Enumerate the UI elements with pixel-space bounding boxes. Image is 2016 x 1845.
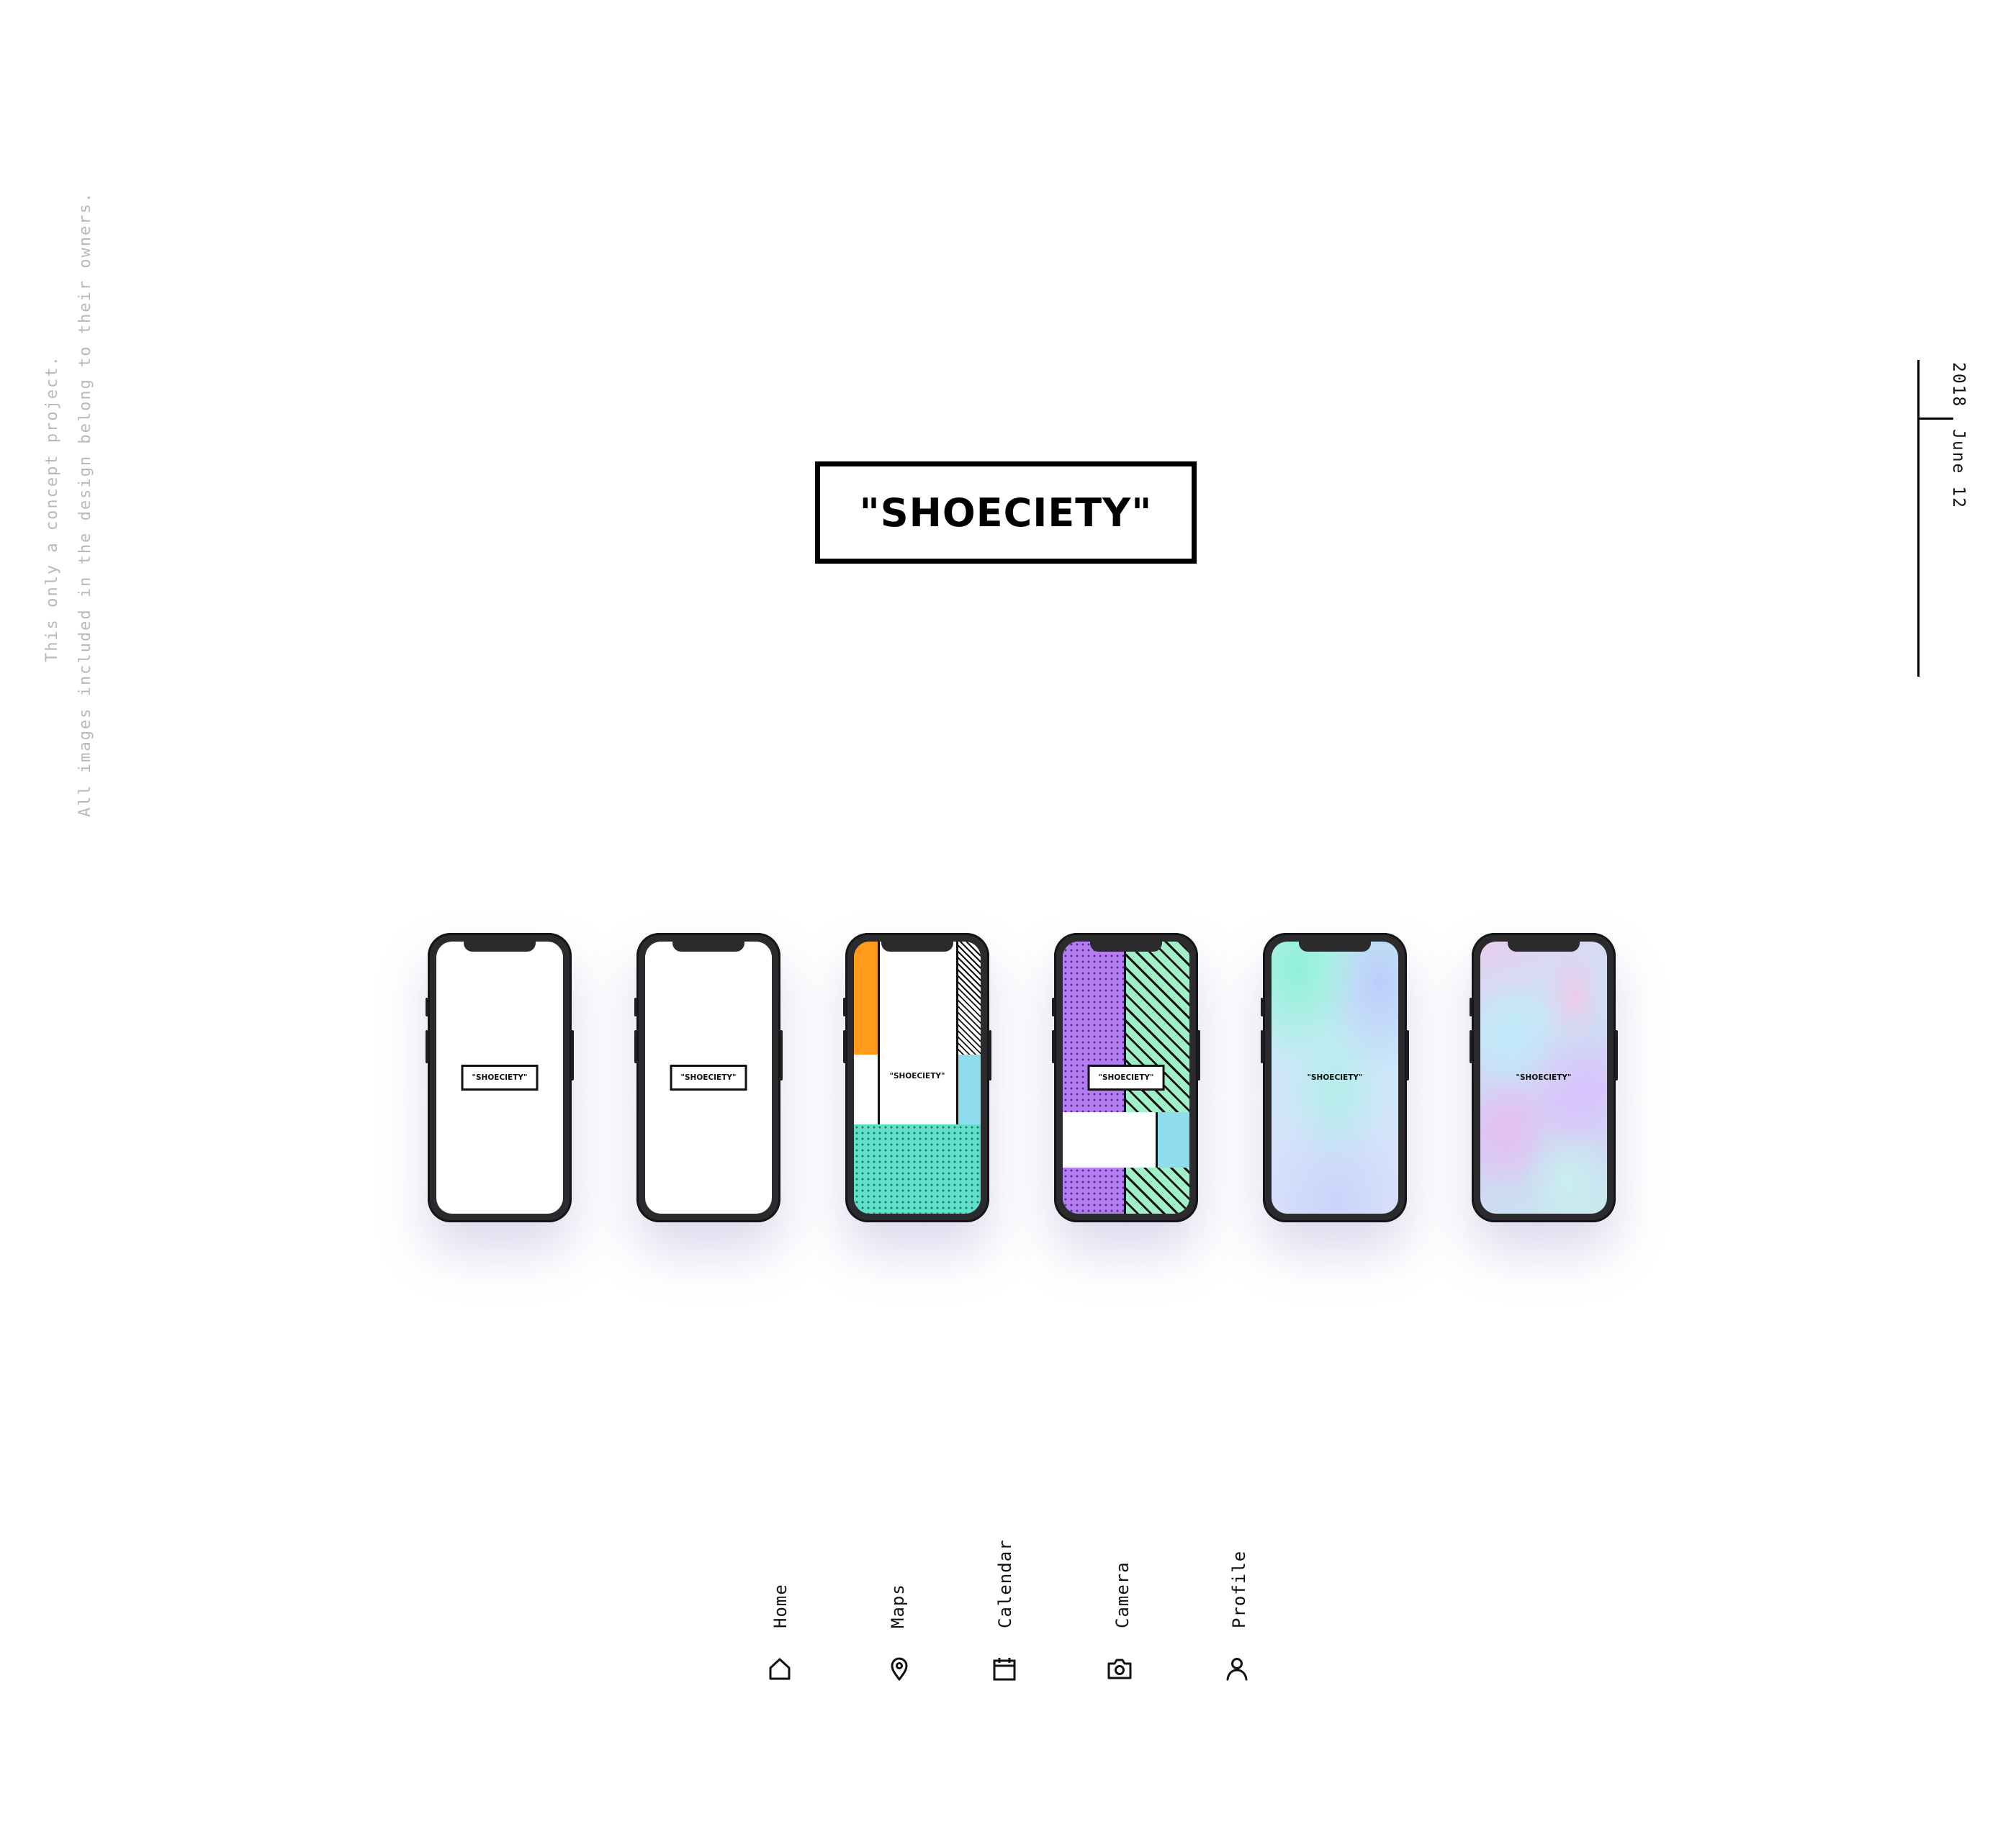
nav-label-maps: Maps xyxy=(888,1584,908,1628)
teal-block xyxy=(854,1124,981,1214)
phone-mockup-dots[interactable]: "SHOECIETY" xyxy=(634,933,783,1222)
disclaimer-line-1: This only a concept project. xyxy=(43,355,61,662)
calendar-icon xyxy=(993,1658,1016,1681)
phone-notch xyxy=(881,942,953,952)
screen-logo: "SHOECIETY" xyxy=(1087,1065,1165,1091)
nav-label-camera: Camera xyxy=(1112,1561,1133,1628)
brand-logo: "SHOECIETY" xyxy=(815,461,1197,564)
camera-icon xyxy=(1107,1659,1132,1679)
date-day: June 12 xyxy=(1949,429,1968,509)
date-year: 2018 xyxy=(1949,362,1968,408)
phone-mockup-diagonal[interactable]: "SHOECIETY" xyxy=(426,933,574,1222)
cyan-block xyxy=(1158,1112,1189,1170)
cyan-block xyxy=(956,1055,981,1127)
screen-logo: "SHOECIETY" xyxy=(1516,1073,1572,1082)
screen-logo: "SHOECIETY" xyxy=(461,1065,539,1091)
phone-screen: "SHOECIETY" xyxy=(645,942,772,1214)
screen-logo: "SHOECIETY" xyxy=(889,1072,945,1081)
phone-screen: "SHOECIETY" xyxy=(1480,942,1607,1214)
map-pin-icon xyxy=(891,1657,908,1681)
phone-mockup-purple-green[interactable]: "SHOECIETY" xyxy=(1052,933,1200,1222)
phone-notch xyxy=(464,942,536,952)
phone-mockup-holographic-swirl[interactable]: "SHOECIETY" xyxy=(1470,933,1618,1222)
phone-mockup-color-blocks[interactable]: "SHOECIETY" xyxy=(843,933,991,1222)
brand-title: "SHOECIETY" xyxy=(859,490,1153,536)
phone-screen: "SHOECIETY" xyxy=(854,942,981,1214)
phone-notch xyxy=(1508,942,1580,952)
date-divider-line xyxy=(1917,360,1920,677)
disclaimer-line-2: All images included in the design belong… xyxy=(76,191,94,817)
phone-screen: "SHOECIETY" xyxy=(436,942,563,1214)
phone-mockup-holographic-soft[interactable]: "SHOECIETY" xyxy=(1261,933,1409,1222)
white-block xyxy=(1063,1112,1158,1170)
phone-screen: "SHOECIETY" xyxy=(1063,942,1189,1214)
screen-logo: "SHOECIETY" xyxy=(670,1065,747,1091)
purple-block-bottom xyxy=(1063,1168,1126,1214)
phone-notch xyxy=(1299,942,1371,952)
home-icon xyxy=(769,1658,791,1680)
hatched-block xyxy=(956,942,981,1057)
nav-label-home: Home xyxy=(770,1584,791,1628)
nav-label-profile: Profile xyxy=(1229,1550,1249,1628)
white-block-small xyxy=(854,1055,880,1127)
logo-block xyxy=(880,1055,956,1127)
profile-icon xyxy=(1226,1658,1248,1681)
orange-block xyxy=(854,942,880,1057)
screen-logo: "SHOECIETY" xyxy=(1307,1073,1363,1082)
phone-notch xyxy=(1090,942,1162,952)
white-block xyxy=(880,942,956,1057)
mint-hatched-block-bottom xyxy=(1126,1168,1189,1214)
date-divider-tick xyxy=(1917,418,1953,420)
phone-screen: "SHOECIETY" xyxy=(1272,942,1398,1214)
nav-label-calendar: Calendar xyxy=(995,1539,1015,1628)
phone-notch xyxy=(672,942,744,952)
